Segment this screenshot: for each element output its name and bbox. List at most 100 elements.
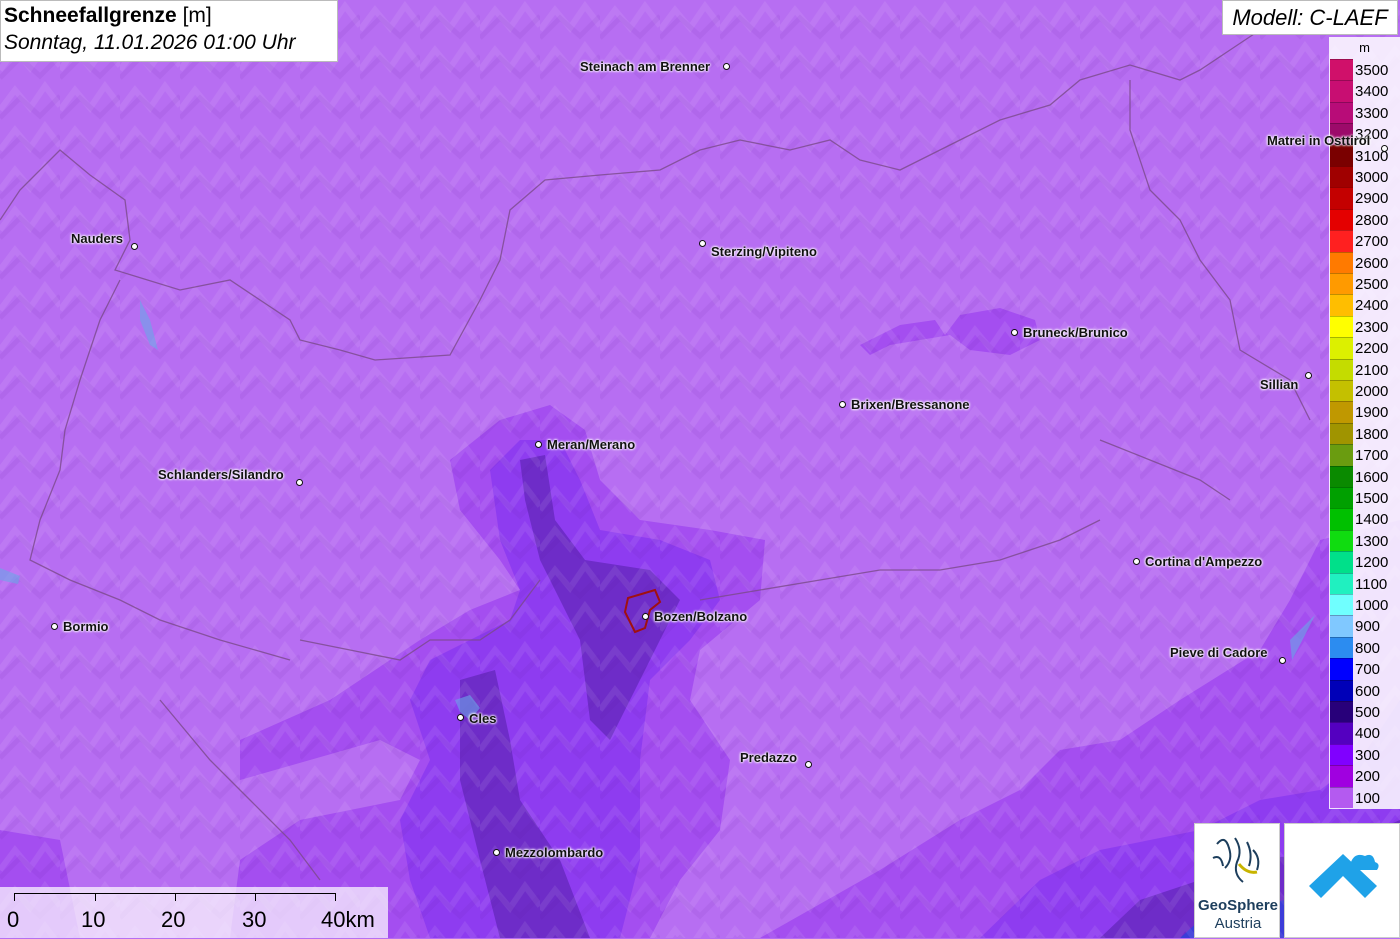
legend-entry: 2600 — [1329, 251, 1400, 273]
legend-swatch — [1330, 572, 1353, 594]
legend-entry: 800 — [1329, 636, 1400, 659]
legend-swatch — [1330, 251, 1353, 273]
place-marker-icon — [698, 239, 706, 247]
legend-entry: 2100 — [1329, 358, 1400, 380]
map-title-box: Schneefallgrenze [m] Sonntag, 11.01.2026… — [0, 0, 338, 62]
place-label: Steinach am Brenner — [580, 59, 711, 74]
legend-swatch — [1330, 701, 1353, 723]
legend-label: 800 — [1355, 639, 1381, 657]
legend-entry: 900 — [1329, 615, 1400, 637]
legend-entry: 1300 — [1329, 529, 1400, 552]
legend-swatch — [1330, 615, 1353, 637]
legend-entry: 2400 — [1329, 294, 1400, 316]
legend-label: 100 — [1355, 789, 1381, 807]
legend-entry: 200 — [1329, 765, 1400, 787]
place-label: Pieve di Cadore — [1170, 645, 1268, 660]
legend-entry: 3000 — [1329, 166, 1400, 188]
place-marker-icon — [1278, 656, 1286, 664]
place-marker-icon — [492, 848, 500, 856]
scale-label: 40km — [321, 907, 375, 932]
legend-entry: 2900 — [1329, 187, 1400, 209]
scale-label: 10 — [81, 907, 106, 932]
legend-label: 2300 — [1355, 318, 1389, 336]
place-label: Mezzolombardo — [505, 845, 604, 860]
title-unit: [m] — [182, 4, 212, 27]
legend-entry: 1700 — [1329, 444, 1400, 466]
map-title: Schneefallgrenze [m] — [4, 3, 337, 29]
legend-entry: 700 — [1329, 658, 1400, 680]
legend-entry: 100 — [1329, 786, 1400, 808]
place-marker-icon — [722, 62, 730, 70]
legend-swatch — [1330, 594, 1353, 616]
weather-app-logo[interactable] — [1284, 823, 1400, 938]
legend-swatch — [1330, 551, 1353, 573]
app-logo-icon — [1309, 854, 1379, 898]
legend-label: 1700 — [1355, 447, 1389, 465]
legend-entry: 2700 — [1329, 230, 1400, 252]
legend-swatch — [1330, 422, 1353, 445]
scale-tick — [335, 893, 336, 901]
place-label: Meran/Merano — [547, 437, 636, 452]
legend-entry: 2500 — [1329, 273, 1400, 295]
place-label: Brixen/Bressanone — [851, 397, 970, 412]
place-label: Bozen/Bolzano — [654, 609, 748, 624]
legend-swatch — [1330, 101, 1353, 124]
legend-entry: 1900 — [1329, 401, 1400, 423]
legend-swatch — [1330, 273, 1353, 295]
scale-tick — [95, 893, 96, 901]
place-label: Matrei in Osttirol — [1267, 133, 1371, 148]
legend-label: 3000 — [1355, 169, 1389, 186]
legend-label: 3300 — [1355, 104, 1389, 122]
place-marker-icon — [130, 242, 138, 250]
legend-swatch — [1330, 508, 1353, 530]
legend-label: 1300 — [1355, 532, 1389, 550]
legend-entry: 2300 — [1329, 315, 1400, 338]
scale-label: 0 — [7, 907, 20, 932]
legend-label: 900 — [1355, 618, 1381, 636]
legend-label: 500 — [1355, 704, 1381, 721]
geosphere-logo-icon — [1212, 837, 1260, 883]
legend-label: 1900 — [1355, 404, 1389, 422]
legend-swatch — [1330, 636, 1353, 659]
place-marker-icon — [1304, 371, 1312, 379]
legend-entry: 2200 — [1329, 337, 1400, 359]
place-marker-icon — [1132, 557, 1140, 565]
legend-entry: 300 — [1329, 743, 1400, 766]
place-marker-icon — [534, 440, 542, 448]
legend-entry: 3400 — [1329, 80, 1400, 102]
place-marker-icon — [50, 622, 58, 630]
legend-swatch — [1330, 208, 1353, 231]
legend-entry: 1400 — [1329, 508, 1400, 530]
legend-label: 600 — [1355, 682, 1381, 700]
geosphere-logo[interactable]: GeoSphere Austria — [1194, 823, 1280, 938]
legend-swatch — [1330, 786, 1353, 808]
scale-label: 20 — [161, 907, 186, 932]
scale-label: 30 — [242, 907, 267, 932]
legend-label: 400 — [1355, 725, 1381, 743]
legend-label: 2800 — [1355, 211, 1389, 229]
legend-swatch — [1330, 230, 1353, 252]
place-marker-icon — [838, 400, 846, 408]
legend-label: 2400 — [1355, 297, 1389, 315]
legend-label: 1100 — [1355, 575, 1388, 593]
legend-entry: 2800 — [1329, 208, 1400, 231]
legend-swatch — [1330, 679, 1353, 701]
legend-label: 200 — [1355, 768, 1381, 786]
legend-swatch — [1330, 743, 1353, 766]
legend-swatch — [1330, 358, 1353, 380]
legend-unit: m — [1359, 40, 1370, 55]
legend-swatch — [1330, 658, 1353, 680]
legend-label: 2100 — [1355, 361, 1389, 379]
geosphere-name: GeoSphere — [1197, 897, 1279, 914]
legend-entry: 1600 — [1329, 465, 1400, 487]
legend-entry: 600 — [1329, 679, 1400, 701]
scale-tick — [14, 893, 15, 901]
legend-entry: 500 — [1329, 701, 1400, 723]
legend-swatch — [1330, 337, 1353, 359]
legend-label: 3400 — [1355, 83, 1389, 101]
legend-entry: 3500 — [1329, 59, 1400, 81]
legend-label: 1200 — [1355, 554, 1389, 572]
legend-label: 300 — [1355, 746, 1381, 764]
place-label: Cortina d'Ampezzo — [1145, 554, 1263, 569]
place-label: Bormio — [63, 619, 109, 634]
